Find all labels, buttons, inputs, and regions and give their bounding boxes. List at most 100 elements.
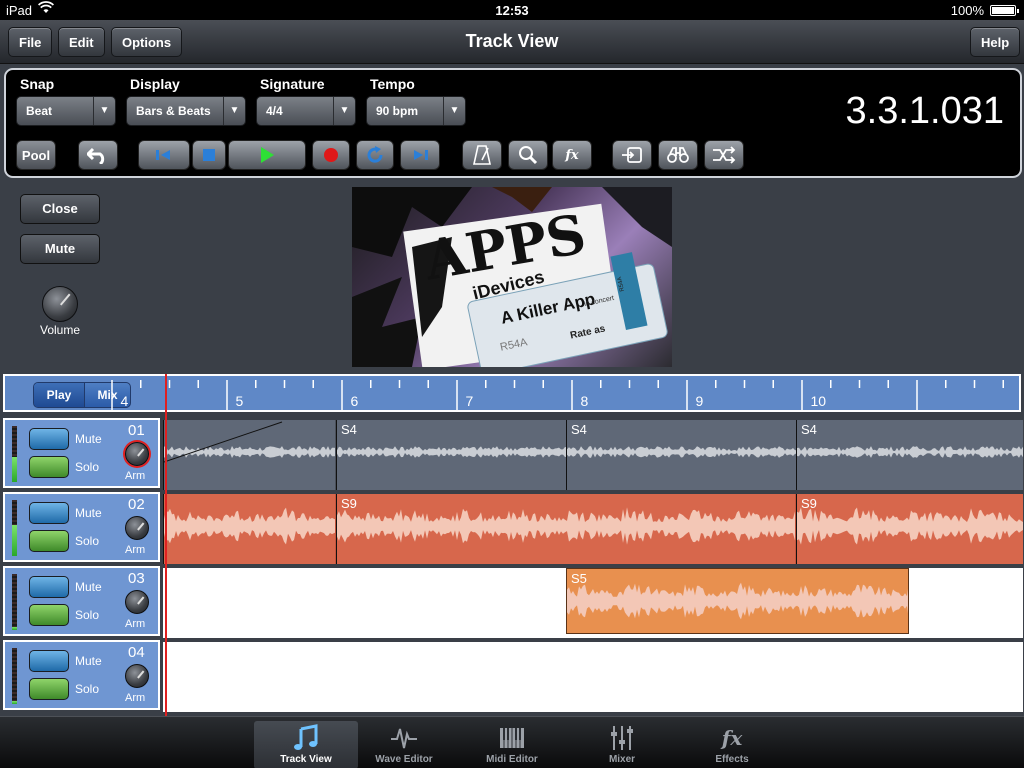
- level-meter: [12, 574, 17, 630]
- display-select[interactable]: Bars & Beats ▼: [126, 96, 246, 126]
- arm-label: Arm: [125, 618, 146, 630]
- record-button[interactable]: [312, 140, 350, 170]
- fx-button[interactable]: fx: [552, 140, 592, 170]
- tab-effects[interactable]: fx Effects: [680, 721, 784, 768]
- arm-knob[interactable]: [125, 664, 149, 688]
- binoculars-button[interactable]: [658, 140, 698, 170]
- track-solo-button[interactable]: [29, 456, 69, 478]
- arm-label: Arm: [125, 470, 146, 482]
- audio-clip[interactable]: S4: [796, 420, 1023, 490]
- nav-bar: File Edit Options Track View Help: [0, 20, 1024, 64]
- audio-clip[interactable]: S5: [566, 568, 909, 634]
- ruler-bar-number: 5: [236, 393, 244, 409]
- pool-button[interactable]: Pool: [16, 140, 56, 170]
- help-button[interactable]: Help: [970, 27, 1021, 57]
- metronome-button[interactable]: [462, 140, 502, 170]
- play-button[interactable]: [228, 140, 306, 170]
- shuffle-icon: [713, 146, 736, 164]
- track-lane[interactable]: S9 S9: [163, 494, 1023, 564]
- fast-forward-button[interactable]: [400, 140, 440, 170]
- tempo-select[interactable]: 90 bpm ▼: [366, 96, 466, 126]
- audio-clip[interactable]: [163, 420, 335, 490]
- playhead[interactable]: [165, 374, 167, 716]
- loop-icon: [367, 146, 383, 163]
- battery-icon: [990, 5, 1019, 16]
- arm-knob[interactable]: [125, 516, 149, 540]
- zoom-button[interactable]: [508, 140, 548, 170]
- tab-mixer[interactable]: Mixer: [570, 721, 674, 768]
- level-meter: [12, 648, 17, 704]
- tab-wave-editor[interactable]: Wave Editor: [352, 721, 456, 768]
- waveform: [337, 446, 566, 458]
- chevron-down-icon: ▼: [333, 97, 355, 125]
- chevron-down-icon: ▼: [93, 97, 115, 125]
- file-button[interactable]: File: [8, 27, 53, 57]
- transport-panel: Snap Beat ▼ Display Bars & Beats ▼ Signa…: [4, 68, 1022, 178]
- fx-icon: fx: [721, 726, 743, 750]
- audio-clip[interactable]: S9: [796, 494, 1023, 564]
- chevron-down-icon: ▼: [443, 97, 465, 125]
- snap-select[interactable]: Beat ▼: [16, 96, 116, 126]
- timeline-ruler[interactable]: Play Mix 4 5 6 7 8 9 10: [3, 374, 1021, 412]
- arm-label: Arm: [125, 544, 146, 556]
- piano-keys-icon: [500, 728, 524, 748]
- undo-icon: [87, 147, 105, 164]
- tab-midi-editor[interactable]: Midi Editor: [460, 721, 564, 768]
- stop-icon: [203, 149, 215, 161]
- undo-button[interactable]: [78, 140, 118, 170]
- signature-select[interactable]: 4/4 ▼: [256, 96, 356, 126]
- track-mute-button[interactable]: [29, 502, 69, 524]
- waveform: [797, 446, 1023, 458]
- track-solo-button[interactable]: [29, 530, 69, 552]
- track-header: Mute Solo 03 Arm: [3, 566, 160, 636]
- track-mute-button[interactable]: [29, 428, 69, 450]
- tab-track-view[interactable]: Track View: [254, 721, 358, 768]
- track-number: 01: [128, 422, 145, 439]
- waveform: [337, 507, 795, 545]
- tab-label: Track View: [280, 754, 332, 765]
- arm-knob[interactable]: [125, 442, 149, 466]
- import-button[interactable]: [612, 140, 652, 170]
- solo-label: Solo: [75, 608, 100, 622]
- arm-knob[interactable]: [125, 590, 149, 614]
- track-solo-button[interactable]: [29, 678, 69, 700]
- tab-bar: Track View Wave Editor Midi Editor Mixer…: [0, 716, 1024, 768]
- close-button[interactable]: Close: [20, 194, 100, 224]
- options-button[interactable]: Options: [111, 27, 183, 57]
- mute-label: Mute: [75, 580, 102, 594]
- waveform: [164, 507, 335, 545]
- track-lane[interactable]: S4 S4 S4: [163, 420, 1023, 490]
- waveform-icon: [391, 728, 417, 749]
- tab-label: Midi Editor: [486, 754, 538, 765]
- mute-button[interactable]: Mute: [20, 234, 100, 264]
- rewind-button[interactable]: [138, 140, 190, 170]
- track-mute-button[interactable]: [29, 576, 69, 598]
- volume-knob[interactable]: [42, 286, 78, 322]
- track-header: Mute Solo 02 Arm: [3, 492, 160, 562]
- clip-name: S5: [571, 571, 587, 586]
- track-mute-button[interactable]: [29, 650, 69, 672]
- battery-percent: 100%: [950, 3, 984, 18]
- mute-label: Mute: [75, 432, 102, 446]
- binoculars-icon: [667, 147, 689, 163]
- chevron-down-icon: ▼: [223, 97, 245, 125]
- track-number: 02: [128, 496, 145, 513]
- track-lane[interactable]: [163, 642, 1023, 712]
- rewind-icon: [156, 150, 170, 160]
- waveform: [164, 421, 335, 463]
- waveform: [567, 582, 908, 620]
- solo-label: Solo: [75, 682, 100, 696]
- audio-clip[interactable]: S4: [336, 420, 566, 490]
- track-lane[interactable]: S5: [163, 568, 1023, 638]
- stop-button[interactable]: [192, 140, 226, 170]
- routing-button[interactable]: [704, 140, 744, 170]
- audio-clip[interactable]: [163, 494, 335, 564]
- tempo-value: 90 bpm: [376, 104, 419, 118]
- metronome-icon: [473, 145, 491, 165]
- loop-button[interactable]: [356, 140, 394, 170]
- track-solo-button[interactable]: [29, 604, 69, 626]
- music-note-icon: [294, 724, 318, 750]
- edit-button[interactable]: Edit: [58, 27, 105, 57]
- audio-clip[interactable]: S9: [336, 494, 795, 564]
- audio-clip[interactable]: S4: [566, 420, 796, 490]
